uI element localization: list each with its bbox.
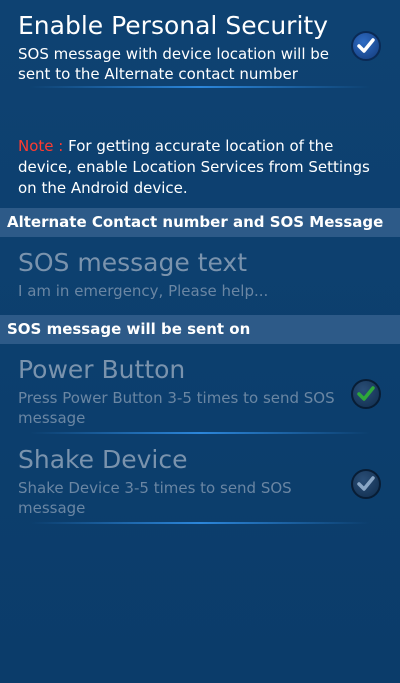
personal-security-checkbox[interactable] bbox=[351, 31, 381, 61]
power-button-summary: Press Power Button 3-5 times to send SOS… bbox=[18, 389, 335, 427]
location-note: Note : For getting accurate location of … bbox=[0, 136, 400, 203]
personal-security-summary: SOS message with device location will be… bbox=[18, 45, 330, 83]
power-button-checkbox[interactable] bbox=[351, 379, 381, 409]
settings-screen: Enable Personal Security SOS message wit… bbox=[0, 0, 400, 683]
shake-device-preference[interactable]: Shake Device Shake Device 3-5 times to s… bbox=[0, 434, 400, 522]
section-header-contact: Alternate Contact number and SOS Message bbox=[0, 208, 400, 237]
checkmark-icon bbox=[357, 476, 375, 491]
sos-message-summary: I am in emergency, Please help... bbox=[18, 282, 269, 300]
divider bbox=[30, 522, 370, 524]
personal-security-preference[interactable]: Enable Personal Security SOS message wit… bbox=[0, 0, 400, 86]
checkmark-icon bbox=[357, 38, 375, 53]
shake-device-summary: Shake Device 3-5 times to send SOS messa… bbox=[18, 479, 292, 517]
power-button-preference[interactable]: Power Button Press Power Button 3-5 time… bbox=[0, 344, 400, 432]
note-label: Note : bbox=[18, 137, 69, 155]
shake-device-checkbox[interactable] bbox=[351, 469, 381, 499]
note-text: For getting accurate location of the dev… bbox=[18, 137, 370, 197]
power-button-title: Power Button bbox=[18, 355, 186, 384]
personal-security-title: Enable Personal Security bbox=[18, 11, 328, 40]
sos-message-preference[interactable]: SOS message text I am in emergency, Plea… bbox=[0, 237, 400, 315]
divider bbox=[30, 86, 370, 88]
shake-device-title: Shake Device bbox=[18, 445, 188, 474]
section-header-sent-on: SOS message will be sent on bbox=[0, 315, 400, 344]
checkmark-icon bbox=[357, 386, 375, 401]
sos-message-title: SOS message text bbox=[18, 248, 248, 277]
